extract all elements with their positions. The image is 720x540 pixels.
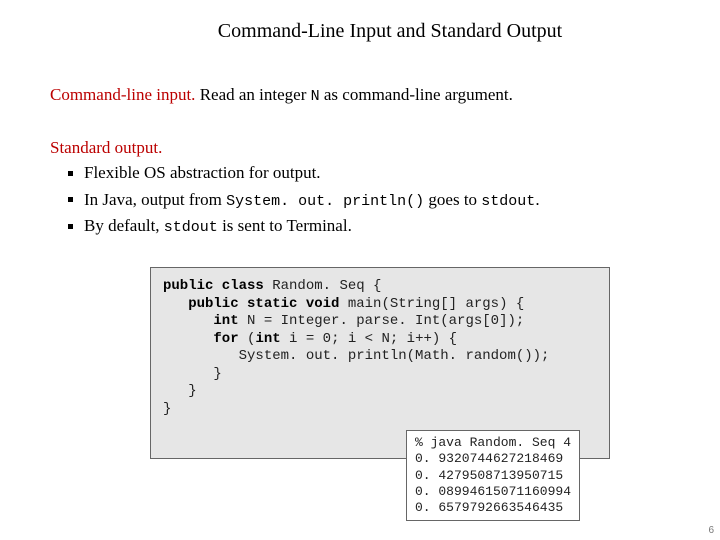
cli-body-pre: Read an integer <box>195 85 310 104</box>
slide: Command-Line Input and Standard Output C… <box>0 0 720 540</box>
cli-body-post: as command-line argument. <box>320 85 513 104</box>
bullet-code: stdout <box>164 219 218 236</box>
code-area: public class Random. Seq { public static… <box>150 267 610 459</box>
list-item: In Java, output from System. out. printl… <box>68 187 670 213</box>
kw: int <box>163 313 239 329</box>
bullet-code2: stdout <box>481 193 535 210</box>
output-line: 0. 6579792663546435 <box>415 500 563 515</box>
bullet-text: Flexible OS abstraction for output. <box>84 163 321 182</box>
kw: int <box>255 331 280 347</box>
kw: for <box>163 331 239 347</box>
kw: public class <box>163 278 264 294</box>
bullet-post: is sent to Terminal. <box>218 216 352 235</box>
list-item: Flexible OS abstraction for output. <box>68 160 670 186</box>
output-line: 0. 08994615071160994 <box>415 484 571 499</box>
output-line: 0. 4279508713950715 <box>415 468 563 483</box>
code-text: main(String[] args) { <box>339 296 524 312</box>
list-item: By default, stdout is sent to Terminal. <box>68 213 670 239</box>
code-text: } <box>163 383 197 399</box>
code-text: N = Integer. parse. Int(args[0]); <box>239 313 525 329</box>
bullet-pre: By default, <box>84 216 164 235</box>
output-box: % java Random. Seq 4 0. 9320744627218469… <box>406 430 580 521</box>
code-text: System. out. println(Math. random()); <box>163 348 549 364</box>
bullet-code: System. out. println() <box>226 193 424 210</box>
code-text: i = 0; i < N; i++) { <box>281 331 457 347</box>
page-number: 6 <box>708 525 714 536</box>
cli-body-code: N <box>311 88 320 105</box>
code-text: ( <box>239 331 256 347</box>
cli-paragraph: Command-line input. Read an integer N as… <box>50 83 670 108</box>
kw: public static void <box>163 296 339 312</box>
slide-title: Command-Line Input and Standard Output <box>50 20 670 43</box>
cli-heading: Command-line input. <box>50 85 195 104</box>
stdout-section: Standard output. Flexible OS abstraction… <box>50 136 670 240</box>
bullet-pre: In Java, output from <box>84 190 226 209</box>
bullet-mid: goes to <box>424 190 481 209</box>
code-text: } <box>163 401 171 417</box>
bullet-post: . <box>535 190 539 209</box>
output-line: 0. 9320744627218469 <box>415 451 563 466</box>
code-text: } <box>163 366 222 382</box>
output-line: % java Random. Seq 4 <box>415 435 571 450</box>
stdout-bullets: Flexible OS abstraction for output. In J… <box>50 160 670 239</box>
code-text: Random. Seq { <box>264 278 382 294</box>
stdout-heading: Standard output. <box>50 138 162 157</box>
